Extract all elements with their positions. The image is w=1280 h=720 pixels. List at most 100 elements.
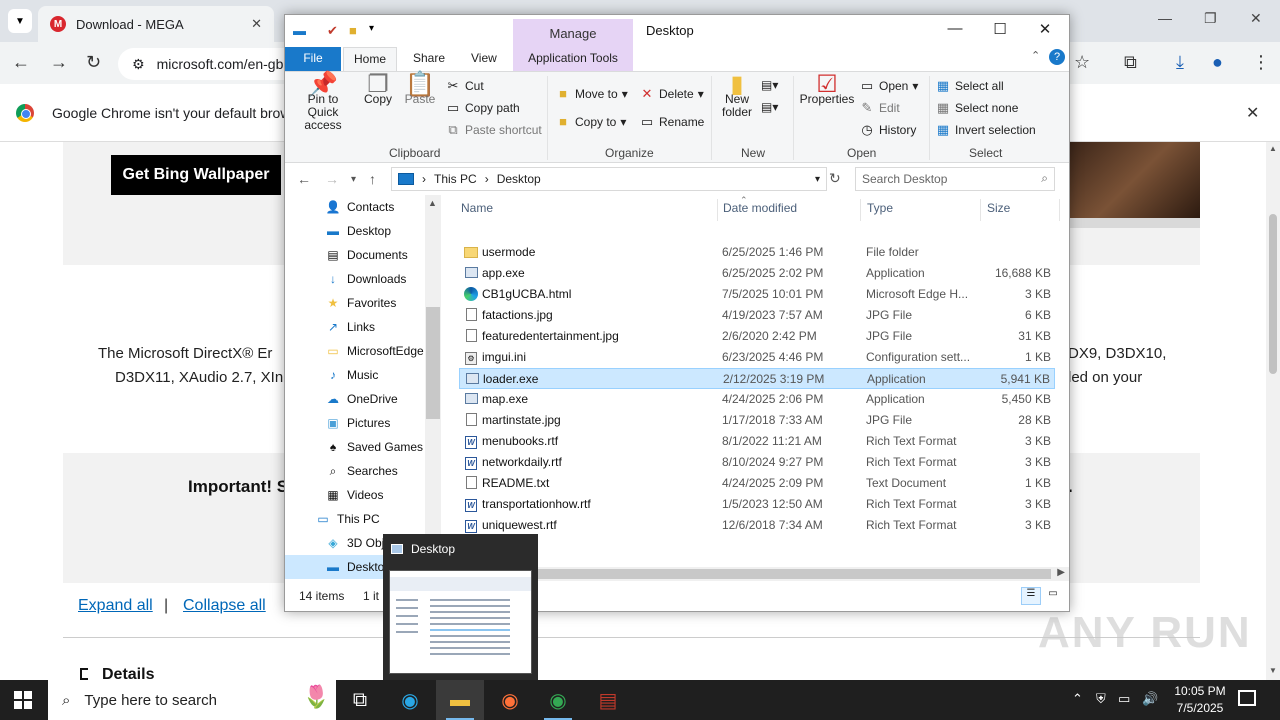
get-bing-wallpaper-button[interactable]: Get Bing Wallpaper — [111, 155, 281, 195]
scroll-up-icon[interactable]: ▲ — [428, 198, 437, 208]
delete-button[interactable]: ✕ Delete ▾ — [639, 86, 704, 102]
large-icons-view-icon[interactable]: ▭ — [1043, 587, 1063, 605]
tab-view[interactable]: View — [461, 47, 507, 71]
close-icon[interactable]: ✕ — [1025, 20, 1065, 42]
site-info-icon[interactable]: ⚙ — [132, 56, 145, 73]
file-row[interactable]: ⚙ imgui.ini 6/23/2025 4:46 PM Configuration… — [459, 347, 1055, 368]
bookmark-star-icon[interactable]: ☆ — [1074, 52, 1090, 73]
up-icon[interactable]: ↑ — [369, 171, 376, 187]
help-icon[interactable]: ? — [1049, 49, 1065, 65]
select-none-button[interactable]: ▦ Select none — [935, 100, 1019, 116]
address-bar[interactable]: › This PC › Desktop ▾ — [391, 167, 827, 191]
scrollbar-thumb[interactable] — [1269, 214, 1277, 374]
file-row[interactable]: Wnetworkdaily.rtf 8/10/2024 9:27 PM Rich T… — [459, 452, 1055, 473]
paste-button[interactable]: 📋 Paste — [403, 73, 437, 106]
copy-path-button[interactable]: ▭ Copy path — [445, 100, 520, 116]
firefox-icon[interactable]: ◉ — [486, 680, 534, 720]
address-dropdown-icon[interactable]: ▾ — [815, 174, 820, 185]
tab-share[interactable]: Share — [403, 47, 455, 71]
nav-item-contacts[interactable]: 👤 Contacts — [325, 195, 395, 219]
column-divider[interactable] — [717, 199, 718, 221]
file-row[interactable]: usermode 6/25/2025 1:46 PM File folder — [459, 242, 1055, 263]
edge-icon[interactable]: ◉ — [386, 680, 434, 720]
back-icon[interactable]: ← — [12, 52, 30, 73]
history-button[interactable]: ◷ History — [859, 122, 916, 138]
nav-item-searches[interactable]: ⌕ Searches — [325, 459, 398, 483]
nav-item-downloads[interactable]: ↓ Downloads — [325, 267, 406, 291]
new-item-icon[interactable]: ▤▾ — [761, 78, 778, 92]
extensions-icon[interactable]: ⧉ — [1124, 52, 1137, 73]
new-folder-button[interactable]: ▮ New folder — [715, 73, 759, 119]
reload-icon[interactable]: ↻ — [86, 52, 101, 73]
minimize-icon[interactable]: — — [1158, 10, 1172, 26]
system-clock[interactable]: 10:05 PM 7/5/2025 — [1170, 683, 1230, 717]
chrome-icon[interactable]: ◉ — [534, 680, 582, 720]
nav-item-desktop[interactable]: ▬ Desktop — [325, 219, 391, 243]
file-row[interactable]: featuredentertainment.jpg 2/6/2020 2:42 P… — [459, 326, 1055, 347]
search-desktop-input[interactable]: Search Desktop ⌕ — [855, 167, 1055, 191]
file-row[interactable]: map.exe 4/24/2025 2:06 PM Application 5,450… — [459, 389, 1055, 410]
new-folder-quick-icon[interactable]: ■ — [349, 23, 357, 38]
refresh-icon[interactable]: ↻ — [829, 170, 841, 187]
scrollbar-thumb[interactable] — [531, 569, 1051, 579]
paste-shortcut-button[interactable]: ⧉ Paste shortcut — [445, 122, 541, 138]
breadcrumb-desktop[interactable]: Desktop — [497, 172, 541, 186]
column-header-size[interactable]: Size — [987, 201, 1010, 215]
scroll-right-icon[interactable]: ▶ — [1057, 567, 1065, 578]
recent-locations-icon[interactable]: ▾ — [351, 174, 356, 185]
volume-icon[interactable]: 🔊 — [1142, 691, 1158, 707]
page-scrollbar[interactable]: ▲ ▼ — [1266, 142, 1280, 680]
file-row[interactable]: CB1gUCBA.html 7/5/2025 10:01 PM Microsoft … — [459, 284, 1055, 305]
file-row[interactable]: martinstate.jpg 1/17/2018 7:33 AM JPG File… — [459, 410, 1055, 431]
nav-item-links[interactable]: ↗ Links — [325, 315, 375, 339]
download-icon[interactable]: ⤓ — [1176, 52, 1184, 73]
nav-item-favorites[interactable]: ★ Favorites — [325, 291, 397, 315]
file-row[interactable]: Wuniquewest.rtf 12/6/2018 7:34 AM Rich Tex… — [459, 515, 1055, 536]
details-view-icon[interactable]: ☰ — [1021, 587, 1041, 605]
invert-selection-button[interactable]: ▦ Invert selection — [935, 122, 1036, 138]
details-expand-icon[interactable] — [80, 668, 88, 680]
file-row[interactable]: Wtransportationhow.rtf 1/5/2023 12:50 AM R… — [459, 494, 1055, 515]
pin-to-quick-access-button[interactable]: 📌 Pin to Quick access — [291, 73, 355, 132]
file-row[interactable]: loader.exe 2/12/2025 3:19 PM Application 5,… — [459, 368, 1055, 389]
nav-item-videos[interactable]: ▦ Videos — [325, 483, 383, 507]
notifications-icon[interactable] — [1238, 690, 1256, 706]
address-bar[interactable]: ⚙ microsoft.com/en-gb — [118, 48, 303, 80]
network-icon[interactable]: ▭ — [1118, 691, 1130, 707]
tab-close-icon[interactable]: ✕ — [251, 16, 262, 32]
properties-button[interactable]: ☑ Properties — [799, 73, 855, 106]
menu-icon[interactable]: ⋮ — [1252, 52, 1270, 73]
edit-button[interactable]: ✎ Edit — [859, 100, 900, 116]
open-button[interactable]: ▭ Open ▾ — [859, 78, 919, 94]
collapse-all-link[interactable]: Collapse all — [183, 597, 266, 615]
details-heading[interactable]: Details — [102, 666, 154, 680]
customize-quick-access-icon[interactable]: ▾ — [369, 23, 374, 34]
file-explorer-taskbar-icon[interactable]: ▬ — [436, 680, 484, 720]
column-header-date[interactable]: Date modified — [723, 201, 797, 215]
taskbar-search-box[interactable]: ⌕ Type here to search 🌷 — [48, 680, 336, 720]
nav-pane-scrollbar[interactable]: ▲ — [425, 195, 441, 579]
taskbar-thumbnail-preview[interactable]: Desktop — [383, 534, 538, 680]
nav-item-pictures[interactable]: ▣ Pictures — [325, 411, 390, 435]
forward-icon[interactable]: → — [325, 171, 339, 187]
breadcrumb-this-pc[interactable]: This PC — [434, 172, 477, 186]
tab-search-button[interactable]: ▼ — [8, 9, 32, 33]
start-button[interactable] — [14, 691, 32, 709]
column-divider[interactable] — [1059, 199, 1060, 221]
expand-all-link[interactable]: Expand all — [78, 597, 153, 615]
column-header-type[interactable]: Type — [867, 201, 893, 215]
cut-button[interactable]: ✂ Cut — [445, 78, 484, 94]
easy-access-icon[interactable]: ▤▾ — [761, 100, 778, 114]
file-row[interactable]: README.txt 4/24/2025 2:09 PM Text Document… — [459, 473, 1055, 494]
tab-home[interactable]: Home — [343, 47, 398, 71]
nav-item-music[interactable]: ♪ Music — [325, 363, 378, 387]
move-to-button[interactable]: ■ Move to ▾ — [555, 86, 628, 101]
forward-icon[interactable]: → — [50, 52, 68, 73]
tab-file[interactable]: File — [285, 47, 341, 71]
nav-item-this-pc[interactable]: ▭ This PC — [315, 507, 379, 531]
security-icon[interactable]: ⛨ — [1096, 691, 1106, 707]
task-view-icon[interactable]: ⧉ — [336, 680, 384, 720]
copy-button[interactable]: ❐ Copy — [361, 73, 395, 106]
restore-icon[interactable]: ❐ — [1204, 10, 1217, 27]
select-all-button[interactable]: ▦ Select all — [935, 78, 1004, 94]
